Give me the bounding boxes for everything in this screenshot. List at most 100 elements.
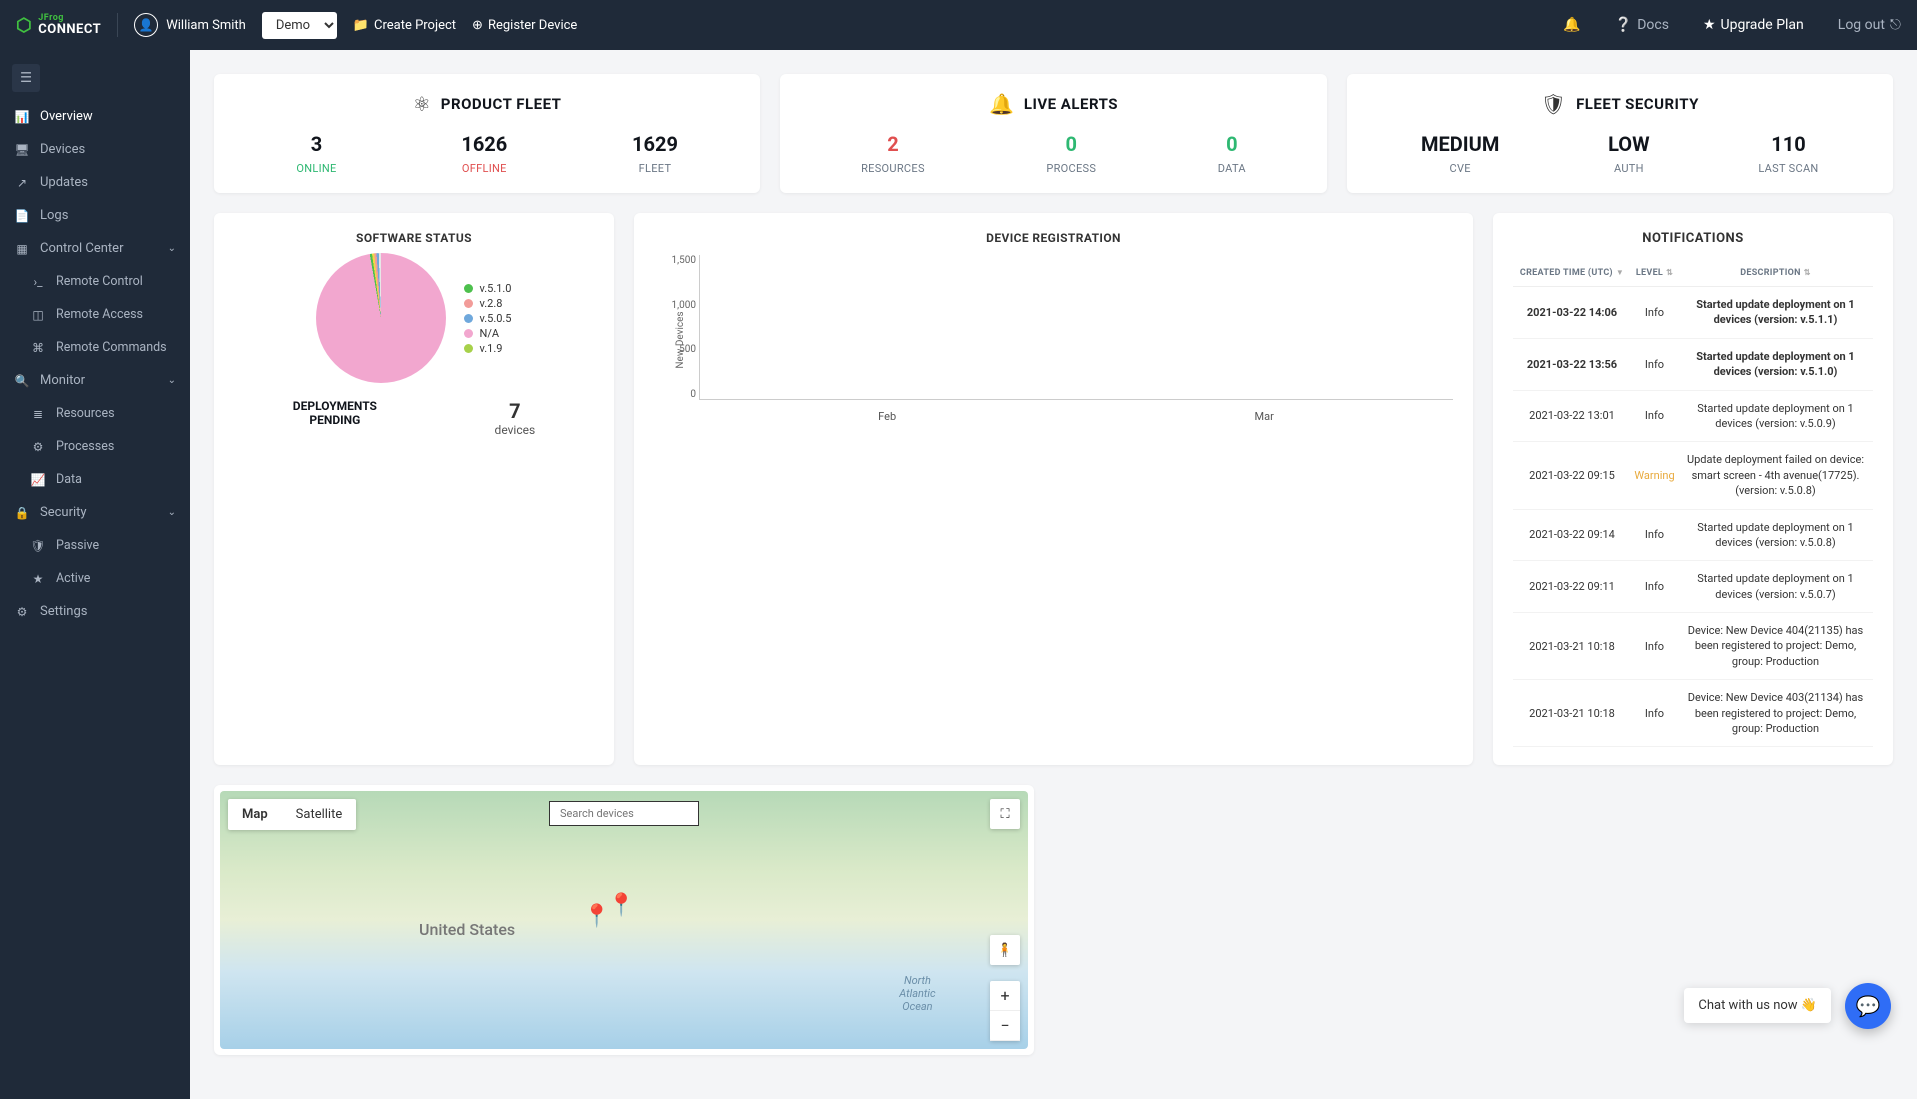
notif-desc: Started update deployment on 1 devices (…: [1682, 349, 1869, 380]
sidebar-item-updates[interactable]: ↗Updates: [0, 166, 190, 199]
sidebar-label: Active: [56, 571, 90, 586]
notification-row[interactable]: 2021-03-22 09:14InfoStarted update deplo…: [1513, 510, 1873, 562]
legend-item: v.5.1.0: [464, 282, 511, 295]
header-desc[interactable]: DESCRIPTION⇅: [1682, 268, 1869, 278]
header-time[interactable]: CREATED TIME (UTC)▼: [1517, 268, 1627, 278]
chat-prompt[interactable]: Chat with us now 👋: [1684, 988, 1831, 1023]
brand-logo[interactable]: ⬡ JFrog CONNECT: [16, 14, 101, 36]
sidebar-item-logs[interactable]: 📄Logs: [0, 199, 190, 232]
sidebar-toggle-button[interactable]: ☰: [12, 64, 40, 92]
chat-button[interactable]: 💬: [1845, 983, 1891, 1029]
chevron-down-icon: ⌄: [168, 375, 176, 386]
notification-row[interactable]: 2021-03-22 09:11InfoStarted update deplo…: [1513, 561, 1873, 613]
divider: [117, 13, 118, 37]
sidebar-item-passive[interactable]: 🛡Passive: [0, 529, 190, 562]
map-ocean-label: NorthAtlanticOcean: [899, 974, 935, 1013]
sidebar-item-security[interactable]: 🔒Security⌄: [0, 496, 190, 529]
deploy-label: DEPLOYMENTS: [293, 399, 377, 413]
line-icon: 📈: [30, 473, 46, 487]
upgrade-plan-link[interactable]: ★Upgrade Plan: [1703, 17, 1804, 33]
legend-label: N/A: [479, 327, 499, 340]
chart-bar-icon: 📊: [14, 110, 30, 124]
notif-level: Info: [1627, 409, 1682, 422]
sidebar-item-remote-control[interactable]: ›_Remote Control: [0, 265, 190, 298]
notif-desc: Started update deployment on 1 devices (…: [1682, 571, 1869, 602]
bell-icon[interactable]: 🔔: [1563, 17, 1580, 33]
gear-icon: ⚙: [30, 440, 46, 454]
fullscreen-button[interactable]: ⛶: [990, 799, 1020, 829]
sidebar-item-data[interactable]: 📈Data: [0, 463, 190, 496]
notification-row[interactable]: 2021-03-22 13:56InfoStarted update deplo…: [1513, 339, 1873, 391]
notification-row[interactable]: 2021-03-22 13:01InfoStarted update deplo…: [1513, 391, 1873, 443]
legend-item: v.5.0.5: [464, 312, 511, 325]
chevron-down-icon: ▼: [1616, 268, 1624, 277]
sidebar-item-monitor[interactable]: 🔍Monitor⌄: [0, 364, 190, 397]
sidebar-item-overview[interactable]: 📊 Overview: [0, 100, 190, 133]
notif-level: Info: [1627, 528, 1682, 541]
legend-item: N/A: [464, 327, 511, 340]
legend-label: v.1.9: [479, 342, 502, 355]
notification-row[interactable]: 2021-03-21 10:18InfoDevice: New Device 4…: [1513, 613, 1873, 680]
notif-time: 2021-03-21 10:18: [1517, 707, 1627, 720]
sidebar-label: Resources: [56, 406, 115, 421]
security-scan-value: 110: [1758, 132, 1818, 156]
header-level[interactable]: LEVEL⇅: [1627, 268, 1682, 278]
zoom-out-button[interactable]: −: [990, 1011, 1020, 1041]
stat-label: AUTH: [1608, 162, 1649, 175]
file-icon: 📄: [14, 209, 30, 223]
alerts-data-value: 0: [1218, 132, 1246, 156]
notif-time: 2021-03-22 09:14: [1517, 528, 1627, 541]
sidebar-label: Devices: [40, 142, 85, 157]
map-tab-map[interactable]: Map: [228, 799, 282, 830]
register-device-button[interactable]: ⊕ Register Device: [472, 18, 577, 33]
sidebar-item-control-center[interactable]: ▦Control Center⌄: [0, 232, 190, 265]
notif-level: Info: [1627, 707, 1682, 720]
alerts-resources-value: 2: [861, 132, 925, 156]
sidebar-item-processes[interactable]: ⚙Processes: [0, 430, 190, 463]
notification-row[interactable]: 2021-03-22 09:15WarningUpdate deployment…: [1513, 442, 1873, 509]
software-status-card: SOFTWARE STATUS v.5.1.0v.2.8v.5.0.5N/Av.…: [214, 213, 614, 765]
create-project-button[interactable]: 📁 Create Project: [353, 18, 456, 33]
map-card: United States NorthAtlanticOcean Map Sat…: [214, 785, 1034, 1055]
search-icon: 🔍: [14, 374, 30, 388]
stat-label: CVE: [1421, 162, 1499, 175]
notif-time: 2021-03-22 14:06: [1517, 306, 1627, 319]
notif-desc: Started update deployment on 1 devices (…: [1682, 401, 1869, 432]
sidebar: ☰ 📊 Overview 🖥Devices↗Updates📄Logs▦Control…: [0, 50, 190, 1099]
grid-icon: ▦: [14, 242, 30, 256]
card-title: SOFTWARE STATUS: [234, 231, 594, 245]
folder-icon: 📁: [353, 18, 369, 33]
sidebar-label: Remote Access: [56, 307, 143, 322]
project-select[interactable]: Demo: [262, 12, 337, 39]
sidebar-item-remote-commands[interactable]: ⌘Remote Commands: [0, 331, 190, 364]
sidebar-item-resources[interactable]: ≣Resources: [0, 397, 190, 430]
chat-icon: 💬: [1856, 994, 1881, 1018]
sidebar-item-active[interactable]: ★ Active: [0, 562, 190, 595]
sidebar-item-settings[interactable]: ⚙Settings: [0, 595, 190, 628]
registration-bar-chart: New Devices 1,5001,0005000 FebMar: [654, 255, 1453, 425]
sidebar-label: Overview: [40, 109, 93, 124]
user-badge[interactable]: 👤 William Smith: [134, 13, 246, 37]
logout-link[interactable]: Log out ⎋: [1838, 17, 1901, 33]
map-tab-satellite[interactable]: Satellite: [282, 799, 357, 830]
notification-row[interactable]: 2021-03-22 14:06InfoStarted update deplo…: [1513, 287, 1873, 339]
card-title: PRODUCT FLEET: [441, 95, 562, 113]
map-marker-icon[interactable]: 📍: [583, 904, 610, 929]
sidebar-label: Settings: [40, 604, 87, 619]
deploy-label: PENDING: [293, 413, 377, 427]
sidebar-label: Updates: [40, 175, 88, 190]
notification-row[interactable]: 2021-03-21 10:18InfoDevice: New Device 4…: [1513, 680, 1873, 747]
sidebar-item-devices[interactable]: 🖥Devices: [0, 133, 190, 166]
star-icon: ★: [30, 572, 46, 586]
sidebar-item-remote-access[interactable]: ◫Remote Access: [0, 298, 190, 331]
stat-label: OFFLINE: [461, 162, 507, 175]
streetview-button[interactable]: 🧍: [990, 935, 1020, 965]
stat-label: PROCESS: [1046, 162, 1096, 175]
search-devices-input[interactable]: [549, 801, 699, 826]
map-marker-icon[interactable]: 📍: [608, 893, 635, 918]
docs-link[interactable]: ❔Docs: [1615, 17, 1669, 33]
sort-icon: ⇅: [1666, 268, 1673, 277]
zoom-in-button[interactable]: +: [990, 981, 1020, 1011]
sidebar-label: Remote Commands: [56, 340, 167, 355]
legend-dot: [464, 329, 473, 338]
